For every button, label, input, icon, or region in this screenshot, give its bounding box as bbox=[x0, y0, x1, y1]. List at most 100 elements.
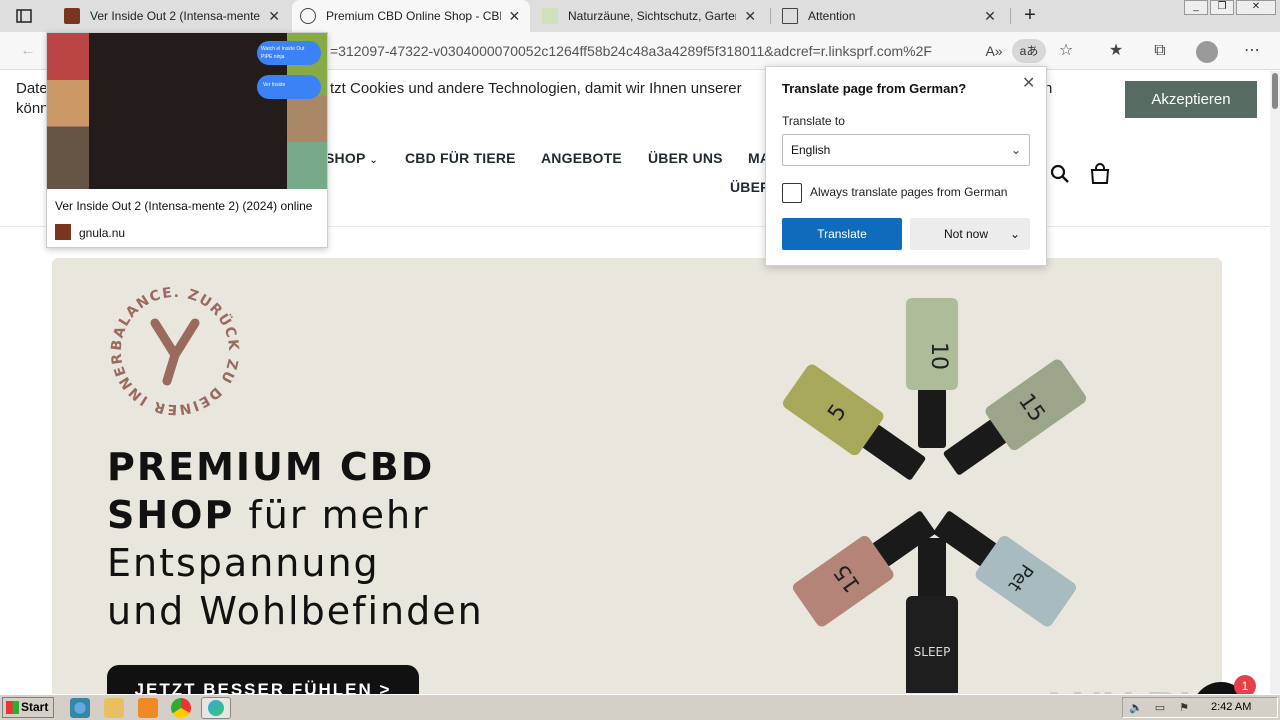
not-now-label: Not now bbox=[944, 227, 989, 241]
language-select[interactable]: English ⌄ bbox=[782, 134, 1030, 166]
tab-favicon-icon bbox=[64, 8, 80, 24]
ie-icon[interactable] bbox=[70, 698, 90, 718]
volume-icon[interactable]: 🔈 bbox=[1129, 701, 1143, 715]
hero-line4: und Wohlbefinden bbox=[107, 589, 484, 633]
back-icon[interactable]: ← bbox=[18, 41, 38, 61]
bottle-label: SLEEP bbox=[914, 645, 951, 659]
screen: Ver Inside Out 2 (Intensa-mente 2) (2024… bbox=[0, 0, 1280, 720]
edge-taskbar-button[interactable] bbox=[201, 697, 231, 719]
tab-title: Ver Inside Out 2 (Intensa-mente 2) (2024… bbox=[90, 9, 262, 23]
flag-icon[interactable]: ⚑ bbox=[1177, 701, 1191, 715]
collections-icon[interactable]: ⧉ bbox=[1150, 41, 1170, 61]
tab-title: Naturzäune, Sichtschutz, Garten bbox=[568, 9, 737, 23]
hero-line2-bold: SHOP bbox=[107, 493, 235, 537]
close-tab-icon[interactable]: ✕ bbox=[268, 8, 280, 25]
tab-cbd-shop[interactable]: Premium CBD Online Shop - CBD ✕ bbox=[292, 0, 530, 32]
nav-shop-label: SHOP bbox=[325, 150, 366, 166]
cookie-text-left: Date bbox=[16, 80, 48, 97]
more-menu-icon[interactable]: ⋯ bbox=[1242, 41, 1262, 61]
nav-item-angebote[interactable]: ANGEBOTE bbox=[541, 150, 622, 166]
start-button[interactable]: Start bbox=[2, 697, 54, 718]
translate-popup: Translate page from German? ✕ Translate … bbox=[765, 66, 1047, 266]
translate-button[interactable]: Translate bbox=[782, 218, 902, 250]
tab-favicon-icon bbox=[542, 8, 558, 24]
cookie-text-left2: könn bbox=[16, 100, 49, 117]
search-icon[interactable] bbox=[1050, 164, 1070, 189]
translate-icon[interactable]: aあ bbox=[1012, 39, 1046, 63]
preview-favicon-icon bbox=[55, 224, 71, 240]
start-label: Start bbox=[21, 700, 49, 714]
nav-item-ueber-uns[interactable]: ÜBER UNS bbox=[648, 150, 723, 166]
close-tab-icon[interactable]: ✕ bbox=[742, 8, 758, 25]
tab-strip: Ver Inside Out 2 (Intensa-mente 2) (2024… bbox=[0, 0, 1280, 32]
page-icon bbox=[782, 8, 798, 24]
cart-icon[interactable] bbox=[1090, 163, 1110, 190]
windows-logo-icon bbox=[6, 701, 19, 714]
chat-badge: 1 bbox=[1234, 675, 1256, 694]
tab-hover-preview: Watch el Inside Out PIPE ninja Ver Insid… bbox=[46, 32, 328, 248]
add-favorite-icon[interactable]: ☆ bbox=[1056, 41, 1076, 61]
preview-bubble: Watch el Inside Out PIPE ninja bbox=[257, 41, 321, 65]
tab-favicon-icon bbox=[300, 8, 316, 24]
system-tray: 🔈 ▭ ⚑ 2:42 AM bbox=[1122, 697, 1278, 718]
profile-avatar[interactable] bbox=[1196, 41, 1218, 63]
scrollbar-thumb[interactable] bbox=[1272, 73, 1278, 109]
close-window-icon[interactable]: ✕ bbox=[1236, 0, 1276, 15]
bottle-bottom: SLEEP bbox=[906, 538, 958, 694]
chevron-down-icon: ⌄ bbox=[369, 155, 378, 166]
hero-line2-rest: für mehr bbox=[234, 493, 430, 537]
tab-separator bbox=[1010, 8, 1011, 24]
tab-naturzaeune[interactable]: Naturzäune, Sichtschutz, Garten ✕ bbox=[534, 0, 766, 32]
chevron-down-icon: ⌄ bbox=[1010, 143, 1021, 157]
tab-inside-out[interactable]: Ver Inside Out 2 (Intensa-mente 2) (2024… bbox=[56, 0, 288, 32]
page-scrollbar[interactable] bbox=[1270, 71, 1280, 694]
restore-icon[interactable]: ❐ bbox=[1210, 0, 1234, 15]
new-tab-icon[interactable]: + bbox=[1018, 4, 1042, 28]
hero-line3: Entspannung bbox=[107, 541, 380, 585]
close-tab-icon[interactable]: ✕ bbox=[982, 8, 998, 25]
preview-thumbnail: Watch el Inside Out PIPE ninja Ver Insid… bbox=[47, 33, 327, 189]
tab-title: Premium CBD Online Shop - CBD bbox=[326, 9, 501, 23]
minimize-icon[interactable]: _ bbox=[1184, 0, 1208, 15]
close-icon[interactable]: ✕ bbox=[1022, 73, 1035, 93]
window-controls: _ ❐ ✕ bbox=[1182, 0, 1276, 16]
nav-item-shop[interactable]: SHOP ⌄ bbox=[325, 150, 378, 166]
media-player-icon[interactable] bbox=[138, 698, 158, 718]
bottle-upper-right: 15 bbox=[943, 359, 1087, 475]
product-bottles-image: 10 5 15 15 Pet SLEEP bbox=[742, 293, 1122, 694]
always-translate-label: Always translate pages from German bbox=[810, 185, 1008, 199]
hero-headline: PREMIUM CBD SHOP für mehr Entspannung un… bbox=[107, 443, 484, 635]
favorites-icon[interactable]: ★ bbox=[1106, 41, 1126, 61]
translate-popup-title: Translate page from German? bbox=[782, 81, 967, 96]
clock: 2:42 AM bbox=[1211, 701, 1252, 713]
preview-site: gnula.nu bbox=[79, 226, 126, 240]
taskbar: Start 🔈 ▭ ⚑ 2:42 AM bbox=[0, 694, 1280, 720]
language-select-value: English bbox=[791, 143, 831, 157]
hero-line1: PREMIUM CBD bbox=[107, 445, 435, 489]
tab-title: Attention bbox=[808, 9, 856, 23]
bottle-top: 10 bbox=[906, 298, 958, 448]
brand-logo: BALANCE. ZURÜCK ZU DEINER INNEREN bbox=[100, 271, 243, 419]
edge-icon bbox=[208, 700, 224, 716]
bottle-label: 10 bbox=[926, 342, 951, 370]
preview-bubble: Ver Inside bbox=[257, 75, 321, 99]
tab-separator bbox=[770, 8, 771, 24]
cookie-text-middle: tzt Cookies und andere Technologien, dam… bbox=[330, 80, 742, 97]
chevron-down-icon[interactable]: ⌄ bbox=[1010, 218, 1020, 250]
address-bar[interactable]: =312097-47322-v0304000070052c1264ff58b24… bbox=[330, 36, 1040, 66]
nav-item-tiere[interactable]: CBD FÜR TIERE bbox=[405, 150, 516, 166]
always-translate-checkbox[interactable] bbox=[782, 183, 802, 203]
read-aloud-icon[interactable]: A» bbox=[984, 41, 1004, 61]
chrome-icon[interactable] bbox=[171, 698, 191, 718]
close-tab-icon[interactable]: ✕ bbox=[507, 8, 522, 25]
preview-poster-strip bbox=[47, 33, 89, 189]
tab-attention[interactable]: Attention ✕ bbox=[774, 0, 1006, 32]
tab-actions-icon[interactable] bbox=[8, 6, 40, 26]
preview-title: Ver Inside Out 2 (Intensa-mente 2) (2024… bbox=[55, 199, 313, 213]
network-icon[interactable]: ▭ bbox=[1153, 701, 1167, 715]
folder-icon[interactable] bbox=[104, 698, 124, 718]
not-now-button[interactable]: Not now ⌄ bbox=[910, 218, 1030, 250]
feel-better-button[interactable]: JETZT BESSER FÜHLEN > bbox=[107, 665, 419, 694]
translate-to-label: Translate to bbox=[782, 114, 845, 128]
accept-cookies-button[interactable]: Akzeptieren bbox=[1125, 81, 1257, 118]
